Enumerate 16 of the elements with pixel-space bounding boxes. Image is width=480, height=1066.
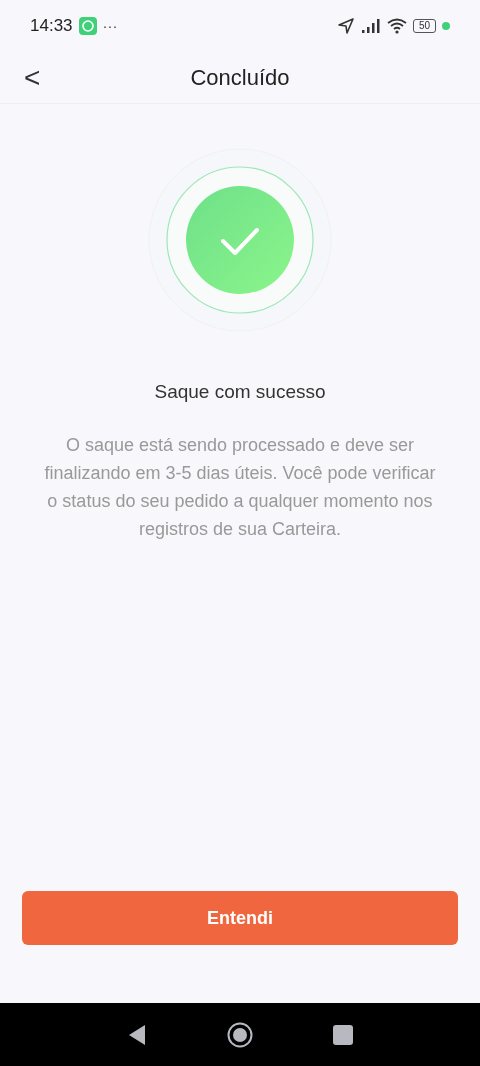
success-check-icon: [148, 148, 332, 332]
page-title: Concluído: [190, 64, 290, 92]
back-nav-icon[interactable]: [127, 1023, 147, 1046]
wifi-icon: [386, 18, 407, 34]
recents-nav-icon[interactable]: [333, 1024, 353, 1045]
home-nav-icon[interactable]: [227, 1021, 253, 1048]
back-button[interactable]: <: [24, 63, 41, 92]
battery-indicator: 50: [412, 19, 436, 33]
result-title: Saque com sucesso: [154, 380, 326, 404]
status-time: 14:33: [30, 15, 73, 38]
location-icon: [336, 17, 355, 35]
result-message: O saque está sendo processado e deve ser finalizando em 3-5 dias úteis. Você pode verificar o status do seu pedido a qualquer momento nos registros de sua Carteira.: [43, 433, 437, 541]
signal-icon: [360, 19, 381, 33]
notification-dot-icon: [442, 22, 450, 30]
chat-app-icon: [78, 17, 97, 35]
more-notifications: ···: [102, 15, 118, 36]
